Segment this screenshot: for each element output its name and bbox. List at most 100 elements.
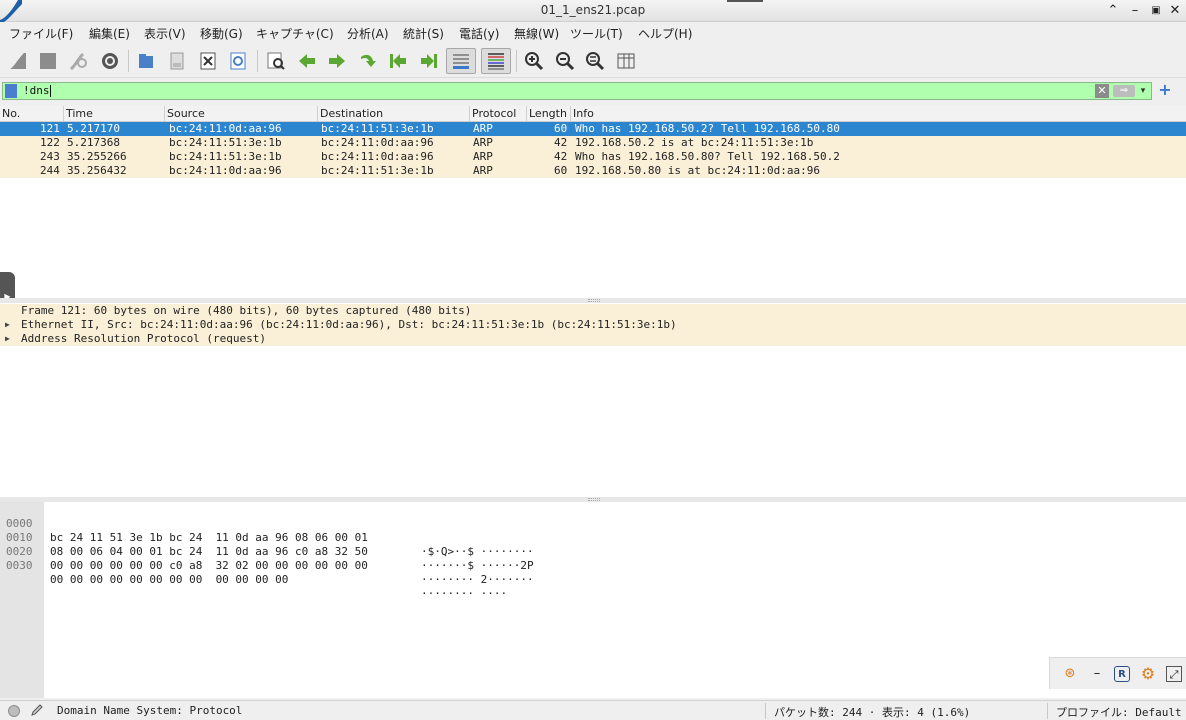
packet-details-pane: Frame 121: 60 bytes on wire (480 bits), …: [0, 303, 1186, 497]
r-tray-icon[interactable]: R: [1114, 666, 1130, 682]
autoscroll-icon[interactable]: [446, 48, 476, 74]
menu-tools[interactable]: ツール(T): [570, 25, 623, 42]
col-header-protocol[interactable]: Protocol: [470, 106, 527, 122]
packet-row[interactable]: 244 35.256432 bc:24:11:0d:aa:96 bc:24:11…: [0, 164, 1186, 178]
menu-go[interactable]: 移動(G): [200, 25, 243, 42]
go-forward-icon[interactable]: [324, 48, 350, 74]
maximize-window-button[interactable]: ▣: [1147, 2, 1165, 20]
minimize-window-button[interactable]: –: [1126, 2, 1144, 20]
packet-source: bc:24:11:51:3e:1b: [169, 150, 282, 163]
col-header-no[interactable]: No.: [0, 106, 64, 122]
update-notifier-icon[interactable]: ⊛: [1062, 666, 1078, 682]
bytes-row[interactable]: 0000 bc 24 11 51 3e 1b bc 24 11 0d aa 96…: [0, 503, 1186, 558]
packet-info: Who has 192.168.50.80? Tell 192.168.50.2: [575, 150, 840, 163]
clear-filter-icon[interactable]: ✕: [1095, 84, 1109, 98]
stop-icon[interactable]: [35, 48, 61, 74]
colorize-icon[interactable]: [481, 48, 511, 74]
go-back-icon[interactable]: [294, 48, 320, 74]
packet-info: 192.168.50.80 is at bc:24:11:0d:aa:96: [575, 164, 821, 177]
capture-comment-icon[interactable]: [30, 703, 44, 717]
packet-row[interactable]: 243 35.255266 bc:24:11:51:3e:1b bc:24:11…: [0, 150, 1186, 164]
menu-file[interactable]: ファイル(F): [9, 25, 73, 42]
shade-window-button[interactable]: ⌃: [1104, 2, 1122, 20]
first-packet-icon[interactable]: [385, 48, 411, 74]
packet-list-header: No. Time Source Destination Protocol Len…: [0, 106, 1186, 122]
filter-history-dropdown-icon[interactable]: ▾: [1137, 84, 1149, 98]
expand-arrow-icon[interactable]: ▶: [5, 332, 15, 346]
packet-time: 5.217170: [67, 122, 120, 135]
add-filter-button-icon[interactable]: +: [1158, 82, 1172, 98]
packet-no: 121: [40, 122, 60, 135]
bytes-ascii: ········ ····: [421, 587, 508, 600]
expert-info-icon[interactable]: [8, 705, 20, 717]
packet-protocol: ARP: [473, 122, 493, 135]
status-field-info: Domain Name System: Protocol: [57, 704, 243, 717]
settings-gear-icon[interactable]: ⚙: [1140, 666, 1156, 682]
display-filter-input[interactable]: !dns ✕ ⇒ ▾: [2, 82, 1152, 100]
open-file-icon[interactable]: [133, 48, 159, 74]
col-header-length[interactable]: Length: [527, 106, 571, 122]
status-profile[interactable]: プロファイル: Default: [1056, 704, 1182, 720]
menu-edit[interactable]: 編集(E): [89, 25, 130, 42]
packet-length: 60: [554, 164, 568, 177]
detail-ethernet-text: Ethernet II, Src: bc:24:11:0d:aa:96 (bc:…: [21, 318, 677, 331]
zoom-in-icon[interactable]: [521, 48, 547, 74]
packet-time: 35.256432: [67, 164, 127, 177]
menu-capture[interactable]: キャプチャ(C): [256, 25, 334, 42]
bytes-hex: 00 00 00 00 00 00 00 00 00 00 00 00: [50, 573, 289, 586]
bytes-row[interactable]: 0010 08 00 06 04 00 01 bc 24 11 0d aa 96…: [0, 517, 1186, 572]
filter-bookmark-icon[interactable]: [5, 84, 17, 98]
detail-ethernet-row[interactable]: ▶ Ethernet II, Src: bc:24:11:0d:aa:96 (b…: [0, 318, 1186, 332]
reload-icon[interactable]: [225, 48, 251, 74]
packet-source: bc:24:11:0d:aa:96: [169, 164, 282, 177]
close-window-button[interactable]: ✕: [1166, 2, 1184, 20]
save-file-icon[interactable]: [164, 48, 190, 74]
col-header-time[interactable]: Time: [64, 106, 165, 122]
packet-source: bc:24:11:51:3e:1b: [169, 136, 282, 149]
packet-no: 122: [40, 136, 60, 149]
find-packet-icon[interactable]: [263, 48, 289, 74]
packet-info: Who has 192.168.50.2? Tell 192.168.50.80: [575, 122, 840, 135]
options-gear-icon[interactable]: [97, 48, 123, 74]
window-titlebar: 01_1_ens21.pcap ⌃ – ▣ ✕: [0, 0, 1186, 22]
last-packet-icon[interactable]: [416, 48, 442, 74]
packet-no: 243: [40, 150, 60, 163]
window-title: 01_1_ens21.pcap: [540, 3, 646, 17]
toolbar-separator: [257, 50, 258, 72]
apply-filter-icon[interactable]: ⇒: [1113, 85, 1135, 97]
zoom-normal-icon[interactable]: [582, 48, 608, 74]
expand-arrow-icon[interactable]: ▶: [5, 318, 15, 332]
menu-wireless[interactable]: 無線(W): [514, 25, 559, 42]
toolbar-separator: [516, 50, 517, 72]
bytes-row[interactable]: 0020 00 00 00 00 00 00 c0 a8 32 02 00 00…: [0, 531, 1186, 586]
menu-help[interactable]: ヘルプ(H): [638, 25, 692, 42]
packet-row[interactable]: 122 5.217368 bc:24:11:51:3e:1b bc:24:11:…: [0, 136, 1186, 150]
detail-arp-text: Address Resolution Protocol (request): [21, 332, 267, 345]
bytes-row[interactable]: 0030 00 00 00 00 00 00 00 00 00 00 00 00…: [0, 545, 1186, 600]
menu-view[interactable]: 表示(V): [144, 25, 186, 42]
col-header-source[interactable]: Source: [165, 106, 318, 122]
restart-icon[interactable]: [65, 48, 91, 74]
restore-tray-icon[interactable]: ⤢: [1166, 666, 1182, 682]
packet-protocol: ARP: [473, 136, 493, 149]
close-file-icon[interactable]: [195, 48, 221, 74]
main-toolbar: [0, 44, 1186, 78]
col-header-info[interactable]: Info: [571, 106, 1186, 122]
shark-start-icon[interactable]: [5, 48, 31, 74]
bytes-hex: 00 00 00 00 00 00 c0 a8 32 02 00 00 00 0…: [50, 559, 368, 572]
packet-source: bc:24:11:0d:aa:96: [169, 122, 282, 135]
menu-telephony[interactable]: 電話(y): [459, 25, 499, 42]
col-header-destination[interactable]: Destination: [318, 106, 470, 122]
zoom-out-icon[interactable]: [552, 48, 578, 74]
packet-info: 192.168.50.2 is at bc:24:11:51:3e:1b: [575, 136, 814, 149]
menu-statistics[interactable]: 統計(S): [403, 25, 444, 42]
minimize-tray-icon[interactable]: –: [1089, 666, 1105, 682]
go-to-packet-icon[interactable]: [355, 48, 381, 74]
menu-analyze[interactable]: 分析(A): [347, 25, 389, 42]
status-packet-count: パケット数: 244 · 表示: 4 (1.6%): [774, 706, 971, 719]
packet-row-selected[interactable]: 121 5.217170 bc:24:11:0d:aa:96 bc:24:11:…: [0, 122, 1186, 136]
toolbar-separator: [128, 50, 129, 72]
detail-arp-row[interactable]: ▶ Address Resolution Protocol (request): [0, 332, 1186, 346]
detail-frame-row[interactable]: Frame 121: 60 bytes on wire (480 bits), …: [0, 304, 1186, 318]
resize-columns-icon[interactable]: [613, 48, 639, 74]
